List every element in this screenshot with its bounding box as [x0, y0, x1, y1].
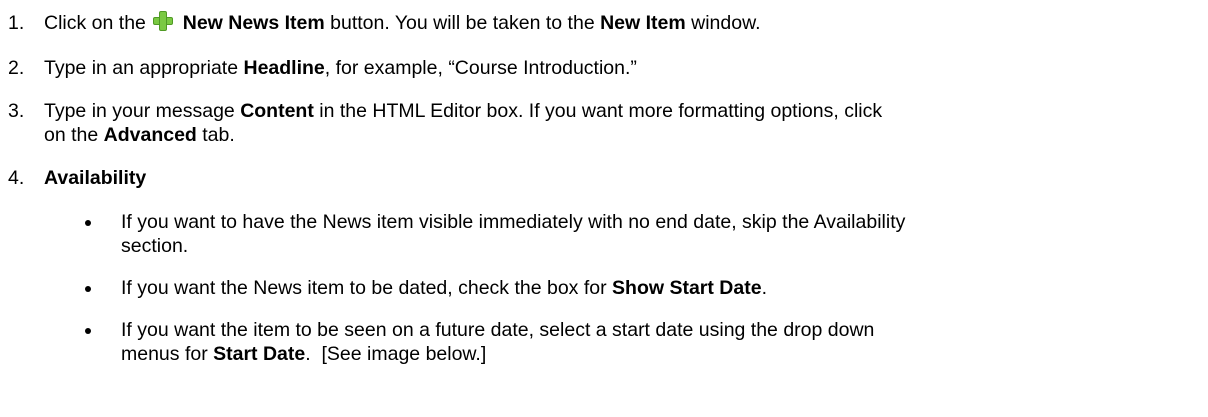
bullet-text-part: . [See image below.]	[305, 343, 487, 365]
step-text-part: button. You will be taken to the	[330, 12, 595, 34]
bullet-item-2: If you want the News item to be dated, c…	[85, 276, 1195, 300]
green-plus-icon	[153, 11, 174, 31]
step-text-part: Type in your message	[44, 100, 235, 122]
bullet-line: section.	[121, 235, 189, 257]
step-3: 3. Type in your message Content in the H…	[8, 99, 1198, 147]
step-2: 2. Type in an appropriate Headline, for …	[8, 56, 1198, 80]
start-date-label: Start Date	[213, 343, 306, 365]
bullet-dot	[85, 286, 91, 292]
step-text: Type in your message Content in the HTML…	[44, 99, 1198, 147]
step-text: Availability	[44, 166, 1198, 190]
bullet-text-part: .	[761, 277, 767, 299]
bullet-text: If you want to have the News item visibl…	[121, 210, 1195, 258]
new-item-label: New Item	[600, 12, 686, 34]
step-number: 2.	[8, 57, 25, 79]
step-text-part: Type in an appropriate	[44, 57, 239, 79]
content-label: Content	[240, 100, 314, 122]
step-text-part: , for example, “Course Introduction.”	[324, 57, 637, 79]
step-number: 1.	[8, 12, 25, 34]
headline-label: Headline	[243, 57, 325, 79]
step-4: 4. Availability	[8, 166, 1198, 190]
step-number: 4.	[8, 167, 25, 189]
bullet-item-1: If you want to have the News item visibl…	[85, 210, 1195, 258]
step-text-part: on the	[44, 124, 99, 146]
bullet-dot	[85, 220, 91, 226]
bullet-text-part: menus for	[121, 343, 208, 365]
advanced-label: Advanced	[103, 124, 197, 146]
bullet-text: If you want the News item to be dated, c…	[121, 276, 1195, 300]
step-text-part: Click on the	[44, 12, 146, 34]
step-number: 3.	[8, 100, 25, 122]
bullet-text: If you want the item to be seen on a fut…	[121, 318, 1195, 366]
step-text-part: in the HTML Editor box. If you want more…	[319, 100, 883, 122]
step-text-part: window.	[691, 12, 761, 34]
step-text: Type in an appropriate Headline, for exa…	[44, 56, 1198, 80]
step-text: Click on the New News Item button. You w…	[44, 11, 1198, 35]
new-news-item-label: New News Item	[182, 12, 325, 34]
availability-heading: Availability	[44, 167, 147, 189]
bullet-line: If you want the item to be seen on a fut…	[121, 319, 875, 341]
bullet-line: If you want to have the News item visibl…	[121, 211, 906, 233]
instruction-document: 1. Click on the New News Item button. Yo…	[0, 0, 1208, 417]
bullet-item-3: If you want the item to be seen on a fut…	[85, 318, 1195, 366]
show-start-date-label: Show Start Date	[612, 277, 762, 299]
step-text-part: tab.	[202, 124, 235, 146]
step-1: 1. Click on the New News Item button. Yo…	[8, 11, 1198, 35]
bullet-text-part: If you want the News item to be dated, c…	[121, 277, 607, 299]
bullet-dot	[85, 328, 91, 334]
